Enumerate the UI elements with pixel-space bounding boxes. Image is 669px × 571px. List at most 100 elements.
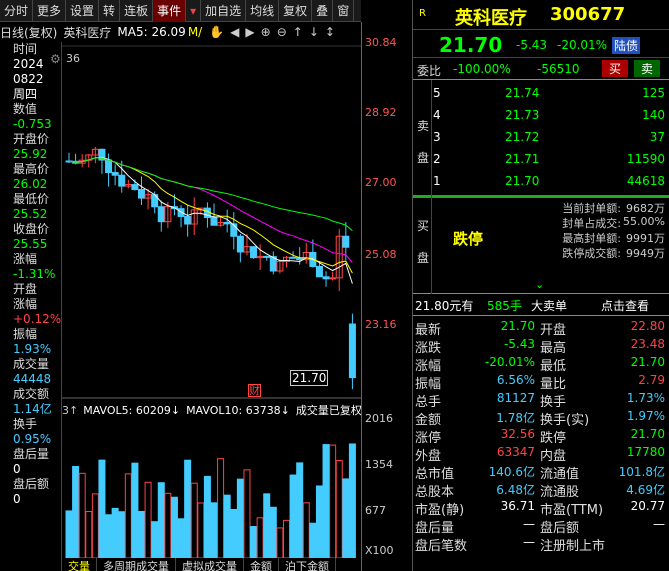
info-row-3: 周四	[13, 87, 38, 101]
arrow-down-icon[interactable]: ↓	[309, 25, 319, 39]
toolbar-item-6[interactable]: ▾	[186, 0, 202, 22]
stat-value-8-1: 101.8亿	[618, 465, 665, 479]
ask-p-2: 21.72	[505, 130, 540, 144]
zoom-in-icon[interactable]: ⊕	[261, 25, 271, 39]
volume-bar	[177, 518, 185, 558]
more-icon[interactable]: ↕	[325, 25, 335, 39]
candle-body	[322, 276, 330, 280]
buy-button[interactable]: 买	[602, 60, 629, 77]
finance-marker[interactable]: 财	[248, 384, 261, 397]
volume-bar	[342, 478, 350, 558]
info-row-20: 1.93%	[13, 342, 52, 356]
stat-value-8-0: 140.6亿	[488, 465, 535, 479]
toolbar-item-0[interactable]: 分时	[0, 0, 34, 22]
wb-pct: -100.00%	[453, 62, 511, 76]
volume-bar	[256, 517, 264, 558]
volume-bar	[72, 465, 80, 558]
stat-label-10-0: 市盈(静)	[415, 503, 465, 518]
candle-body	[329, 277, 337, 280]
toolbar-item-11[interactable]: 窗	[333, 0, 355, 22]
price-chart[interactable]	[62, 42, 361, 558]
volume-bar	[124, 473, 132, 558]
quote-panel: R 英科医疗 300677 21.70 -5.43 -20.01% 陆债 委比 …	[412, 0, 669, 571]
stat-label-5-0: 金额	[415, 413, 442, 428]
tab-2[interactable]: 虚拟成交量	[176, 558, 244, 571]
stat-label-7-0: 外盘	[415, 449, 442, 464]
ask-p-3: 21.71	[505, 152, 540, 166]
toolbar-item-10[interactable]: 叠	[312, 0, 334, 22]
toolbar-item-7[interactable]: 加自选	[201, 0, 247, 22]
volume-bar	[85, 511, 93, 558]
toolbar-item-2[interactable]: 设置	[66, 0, 100, 22]
toolbar-item-9[interactable]: 复权	[279, 0, 313, 22]
expand-chevron-icon[interactable]: ⌄	[535, 278, 544, 291]
gear-icon[interactable]: ⚙	[50, 52, 61, 66]
buy-side-label: 买盘	[417, 219, 430, 265]
view-details-link[interactable]: 点击查看	[601, 297, 649, 314]
candle-body	[289, 256, 297, 259]
toolbar-item-5[interactable]: 事件	[153, 0, 187, 22]
chart-mode[interactable]: 日线(复权)	[0, 24, 57, 41]
toolbar-item-8[interactable]: 均线	[246, 0, 280, 22]
ask-v-2: 37	[649, 130, 665, 144]
zoom-out-icon[interactable]: ⊖	[277, 25, 287, 39]
stat-label-2-0: 涨幅	[415, 359, 442, 374]
volume-bar	[144, 481, 152, 558]
price-axis: 30.84 28.92 27.00 25.08 23.16 2016 1354 677 X100	[361, 22, 411, 571]
candle-body	[118, 174, 126, 187]
candle-body	[210, 217, 218, 226]
stat-label-8-1: 流通值	[540, 467, 580, 482]
sell-button[interactable]: 卖	[634, 60, 661, 77]
ask-n-1: 4	[433, 108, 441, 122]
tag-badge[interactable]: 陆债	[612, 37, 641, 54]
info-row-26: 0.95%	[13, 432, 52, 446]
tab-0[interactable]: 交量	[62, 558, 97, 571]
toolbar-item-1[interactable]: 更多	[33, 0, 67, 22]
stat-value-2-0: -20.01%	[484, 355, 535, 369]
stat-label-3-0: 振幅	[415, 377, 442, 392]
volume-bar	[111, 507, 119, 558]
volume-bar	[203, 475, 211, 558]
stat-value-4-0: 81127	[496, 391, 535, 405]
ask-v-4: 44618	[626, 174, 665, 188]
limit-info-value-3: 9949万	[626, 247, 665, 260]
limit-status: 跌停	[453, 230, 484, 248]
price-tick-0: 30.84	[365, 36, 397, 49]
candle-body	[138, 188, 145, 199]
toolbar-item-4[interactable]: 连板	[120, 0, 154, 22]
wb-diff: -56510	[537, 62, 580, 76]
toolbar-item-3[interactable]: 转	[99, 0, 121, 22]
ask-n-3: 2	[433, 152, 441, 166]
price-box: 21.70	[290, 370, 329, 386]
info-row-15: -1.31%	[13, 267, 56, 281]
stat-label-9-0: 总股本	[415, 485, 455, 500]
arrow-up-icon[interactable]: ↑	[293, 25, 303, 39]
volume-bar	[105, 514, 113, 558]
tab-3[interactable]: 金额	[244, 558, 279, 571]
volume-bar	[217, 458, 225, 558]
info-row-24: 1.14亿	[13, 402, 52, 416]
stat-label-3-1: 量比	[540, 377, 567, 392]
volume-bar	[190, 482, 198, 558]
stat-value-5-1: 1.97%	[626, 409, 665, 423]
bid-book: 买盘 跌停 当前封单额: 9682万 封单占成交: 55.00% 最高封单额: 9991万 跌停…	[413, 198, 669, 294]
play-icon[interactable]: ▶	[245, 25, 254, 39]
stat-value-11-1: —	[653, 517, 665, 531]
info-row-29: 盘后额	[13, 477, 50, 491]
volume-bar	[315, 485, 323, 558]
back-icon[interactable]: ◀	[230, 25, 239, 39]
tab-1[interactable]: 多周期成交量	[97, 558, 176, 571]
hand-icon[interactable]: ✋	[209, 25, 224, 39]
candle-body	[250, 246, 258, 259]
big-order-volume: 585手	[487, 299, 522, 313]
tab-4[interactable]: 泊下金额	[279, 558, 336, 571]
vol-arrow: 3↑	[62, 403, 79, 417]
stock-code: 300677	[550, 4, 626, 25]
volume-bar	[329, 444, 337, 558]
volume-bar	[118, 511, 126, 558]
candle-body	[342, 235, 350, 248]
stock-name-label: 英科医疗	[63, 25, 112, 40]
stat-value-4-1: 1.73%	[626, 391, 665, 405]
info-row-16: 开盘	[13, 282, 38, 296]
stat-label-4-0: 总手	[415, 395, 442, 410]
